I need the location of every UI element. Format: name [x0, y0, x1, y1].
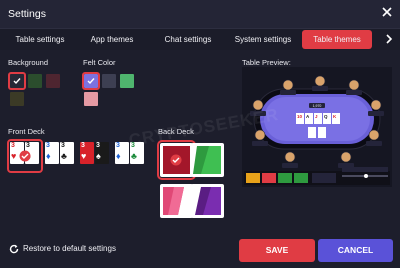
check-icon [87, 78, 95, 85]
tab-bar: Table settings App themes Chat settings … [0, 28, 400, 50]
back-deck-option-pink[interactable] [160, 184, 193, 218]
card: 3 ♦ [115, 142, 129, 164]
chevron-right-icon[interactable] [384, 34, 394, 44]
card: 3 ♥ [80, 142, 94, 164]
tab-table-themes[interactable]: Table themes [302, 30, 372, 49]
card: 3♠ [95, 142, 109, 164]
background-swatch-maroon[interactable] [46, 74, 60, 88]
front-deck-option-1[interactable]: 3♥ 3♠ [7, 139, 43, 173]
front-deck-label: Front Deck [8, 127, 45, 136]
community-card-4: Q [324, 114, 328, 119]
tab-app-themes[interactable]: App themes [82, 29, 142, 50]
card: 3 ♣ [60, 142, 74, 164]
close-icon[interactable] [381, 6, 393, 18]
tab-table-settings[interactable]: Table settings [6, 29, 74, 50]
felt-color-label: Felt Color [83, 58, 116, 67]
tab-chat-settings[interactable]: Chat settings [155, 29, 221, 50]
front-deck-option-2[interactable]: 3 ♦ 3 ♣ [44, 141, 76, 171]
background-swatch-olive[interactable] [10, 92, 24, 106]
check-icon [19, 150, 31, 162]
front-deck-option-3[interactable]: 3 ♥ 3 ♠ [79, 141, 111, 171]
window-title: Settings [8, 8, 46, 20]
check-icon [13, 78, 21, 85]
background-swatch-green[interactable] [28, 74, 42, 88]
refresh-icon[interactable] [9, 244, 19, 254]
felt-swatch-green[interactable] [120, 74, 134, 88]
tab-system-settings[interactable]: System settings [229, 29, 297, 50]
title-bar: Settings [0, 0, 400, 28]
felt-swatch-purple[interactable] [82, 72, 100, 90]
save-button[interactable]: SAVE [239, 239, 315, 262]
back-deck-option-red[interactable] [157, 140, 196, 180]
felt-swatch-pink[interactable] [84, 92, 98, 106]
community-card-1: 10 [297, 114, 303, 119]
cancel-button[interactable]: CANCEL [318, 239, 393, 262]
back-deck-option-purple[interactable] [191, 184, 224, 218]
restore-defaults-link[interactable]: Restore to default settings [23, 244, 116, 253]
felt-swatch-gray[interactable] [102, 74, 116, 88]
background-swatch-dark[interactable] [8, 72, 26, 90]
background-label: Background [8, 58, 49, 67]
table-preview-label: Table Preview: [242, 58, 291, 67]
card: 3 ♦ [45, 142, 59, 164]
back-deck-option-green[interactable] [191, 143, 224, 177]
pot-amount: 1,970 [313, 104, 322, 108]
check-icon [170, 154, 182, 166]
